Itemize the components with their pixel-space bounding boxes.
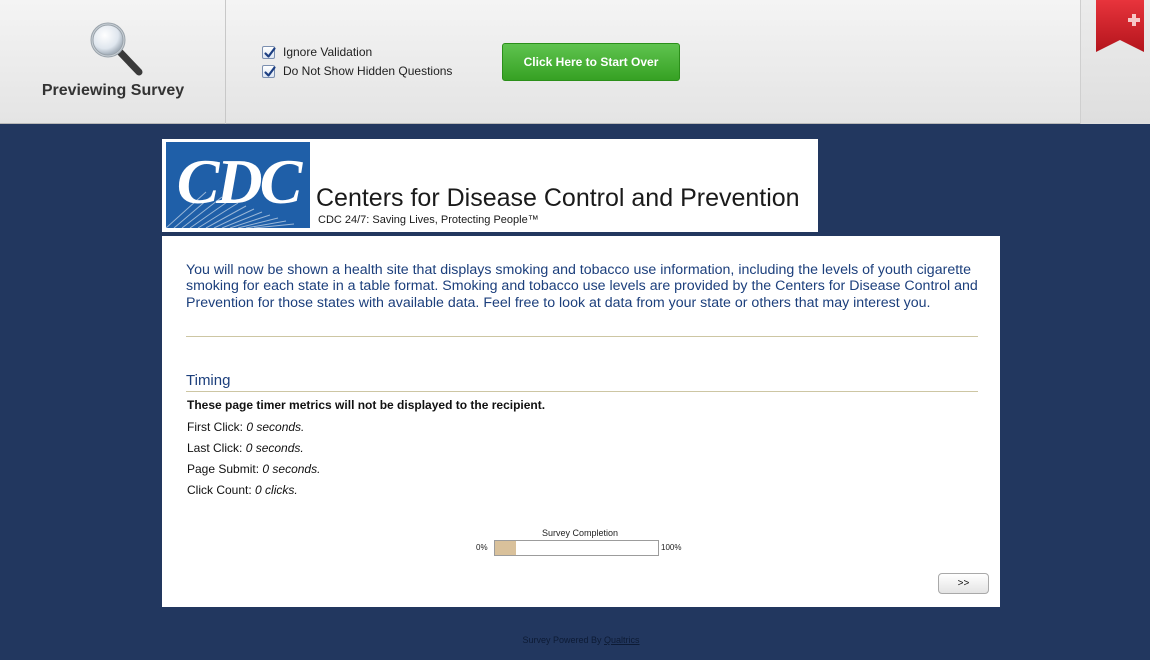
timing-title: Timing	[186, 372, 231, 389]
start-over-button[interactable]: Click Here to Start Over	[502, 43, 680, 81]
ignore-validation-checkbox[interactable]	[262, 45, 276, 59]
flag-plus-icon[interactable]	[1096, 0, 1144, 52]
intro-text: You will now be shown a health site that…	[186, 262, 978, 311]
metric-value: 0 seconds.	[245, 441, 304, 455]
progress-min-label: 0%	[476, 543, 488, 552]
metric-click-count: Click Count: 0 clicks.	[187, 483, 298, 497]
metric-label: First Click:	[187, 420, 243, 434]
metric-label: Last Click:	[187, 441, 243, 455]
hidden-questions-option[interactable]: Do Not Show Hidden Questions	[262, 64, 452, 78]
ignore-validation-label: Ignore Validation	[283, 45, 373, 59]
metric-page-submit: Page Submit: 0 seconds.	[187, 462, 320, 476]
survey-panel: You will now be shown a health site that…	[162, 236, 1000, 607]
cdc-tagline: CDC 24/7: Saving Lives, Protecting Peopl…	[318, 214, 539, 226]
checkbox-checked-icon	[264, 46, 276, 58]
qualtrics-link[interactable]: Qualtrics	[604, 635, 640, 645]
previewing-survey-label: Previewing Survey	[41, 82, 185, 99]
next-button[interactable]: >>	[938, 573, 989, 594]
hidden-questions-checkbox[interactable]	[262, 64, 276, 78]
cdc-logo: CDC	[166, 142, 310, 228]
cdc-banner: CDC Centers for Disease Control and Prev…	[162, 139, 818, 232]
metric-value: 0 clicks.	[255, 483, 298, 497]
progress-max-label: 100%	[661, 543, 682, 552]
previewing-survey-panel: Previewing Survey	[0, 0, 226, 124]
metric-first-click: First Click: 0 seconds.	[187, 420, 304, 434]
metric-label: Click Count:	[187, 483, 252, 497]
cdc-name: Centers for Disease Control and Preventi…	[316, 184, 800, 212]
divider	[186, 391, 978, 392]
cdc-logo-text: CDC	[176, 146, 303, 217]
preview-toolbar: Previewing Survey Ignore Validation Do N…	[0, 0, 1150, 124]
progress-bar	[494, 540, 659, 556]
footer-text: Survey Powered By	[522, 635, 602, 645]
metric-label: Page Submit:	[187, 462, 260, 476]
timing-note: These page timer metrics will not be dis…	[187, 398, 546, 412]
metric-value: 0 seconds.	[262, 462, 321, 476]
footer: Survey Powered By Qualtrics	[0, 635, 1150, 645]
magnifier-icon	[90, 22, 143, 76]
divider	[186, 336, 978, 337]
checkbox-checked-icon	[264, 65, 276, 77]
progress-title: Survey Completion	[541, 528, 619, 538]
flag-panel	[1080, 0, 1150, 124]
hidden-questions-label: Do Not Show Hidden Questions	[283, 64, 453, 78]
ignore-validation-option[interactable]: Ignore Validation	[262, 45, 372, 59]
metric-value: 0 seconds.	[246, 420, 305, 434]
metric-last-click: Last Click: 0 seconds.	[187, 441, 304, 455]
progress-fill	[495, 541, 517, 555]
